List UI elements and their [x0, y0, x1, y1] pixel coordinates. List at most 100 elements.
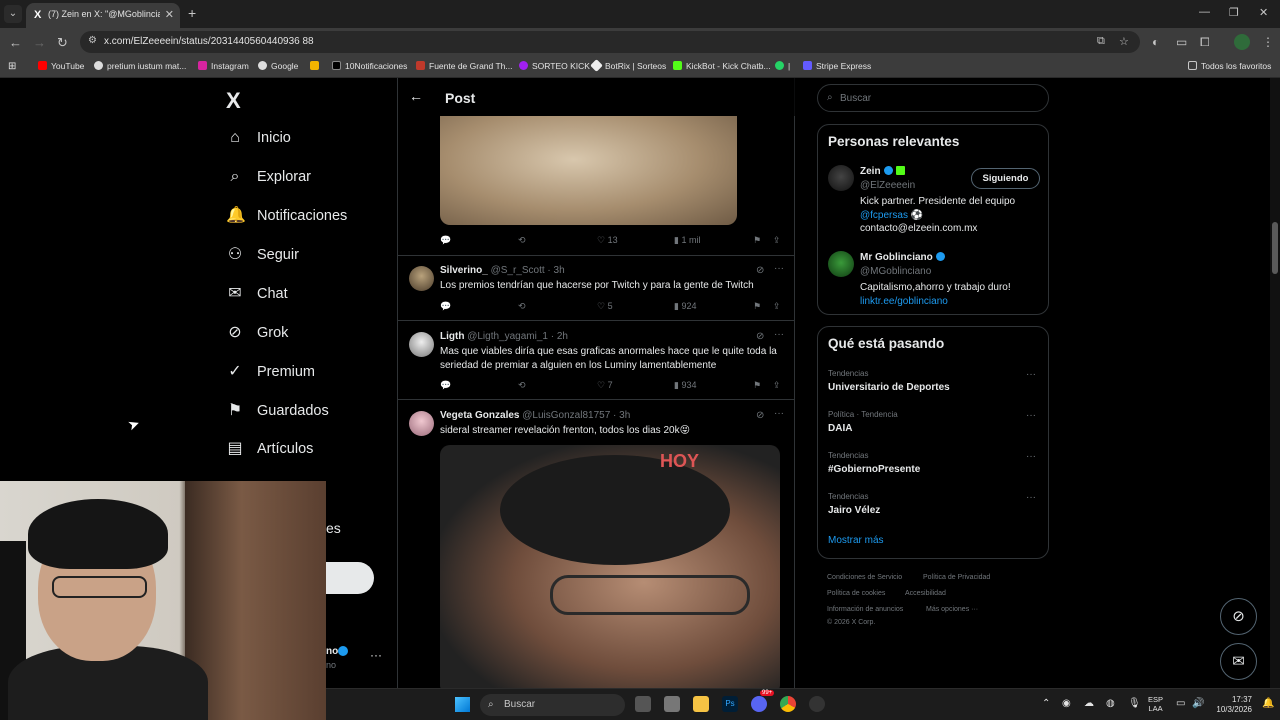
- more-options-icon[interactable]: ···: [774, 408, 784, 419]
- avatar[interactable]: [828, 165, 854, 191]
- bio-link[interactable]: @fcpersas: [860, 210, 908, 221]
- bookmark-stripe[interactable]: Stripe Express: [803, 61, 871, 71]
- install-app-icon[interactable]: ⧉: [1097, 35, 1105, 48]
- bio-link[interactable]: linktr.ee/goblinciano: [860, 295, 1040, 309]
- post-button[interactable]: [326, 562, 374, 594]
- bookmark-star-icon[interactable]: ☆: [1119, 35, 1129, 48]
- grok-float-button[interactable]: ⊘: [1220, 598, 1257, 635]
- profile-avatar[interactable]: [1234, 34, 1250, 50]
- views-button[interactable]: ▮ 1 mil: [674, 235, 700, 246]
- account-name[interactable]: no: [326, 646, 338, 657]
- app-icon[interactable]: [664, 696, 680, 712]
- volume-icon[interactable]: 🔊: [1192, 698, 1204, 709]
- footer-link[interactable]: Política de Privacidad: [923, 574, 990, 581]
- extensions-puzzle-icon[interactable]: ⧠: [1200, 35, 1210, 50]
- like-button[interactable]: ♡ 7: [597, 380, 613, 391]
- trend-more-icon[interactable]: ···: [1026, 492, 1036, 503]
- views-button[interactable]: ▮ 934: [674, 380, 696, 391]
- clock[interactable]: 17:37 10/3/2026: [1210, 695, 1252, 715]
- media-icon[interactable]: ▭: [1176, 35, 1187, 49]
- site-info-icon[interactable]: ⚙: [88, 35, 97, 46]
- nav-notifications[interactable]: 🔔 Notificaciones: [226, 202, 347, 230]
- nav-follow[interactable]: ⚇ Seguir: [226, 241, 299, 269]
- bookmark-kickbot[interactable]: KickBot - Kick Chatb...: [673, 61, 771, 71]
- tab-search-chevron-icon[interactable]: ⌄: [4, 5, 22, 23]
- trend-more-icon[interactable]: ···: [1026, 369, 1036, 380]
- tray-overflow-icon[interactable]: ⌃: [1042, 698, 1050, 709]
- tab-close-icon[interactable]: ✕: [165, 8, 174, 21]
- trend-more-icon[interactable]: ···: [1026, 410, 1036, 421]
- taskbar-search-input[interactable]: ⌕ Buscar: [480, 694, 625, 716]
- language-indicator[interactable]: ESP LAA: [1148, 695, 1163, 713]
- nav-home[interactable]: ⌂ Inicio: [226, 124, 291, 152]
- nav-grok[interactable]: ⊘ Grok: [226, 319, 288, 347]
- grok-icon[interactable]: ⊘: [756, 265, 764, 276]
- trend-name[interactable]: #GobiernoPresente: [828, 464, 920, 475]
- bookmark-whatsapp[interactable]: |: [775, 61, 790, 71]
- like-button[interactable]: ♡ 5: [597, 301, 613, 312]
- bookmark-botrix[interactable]: BotRix | Sorteos: [590, 59, 666, 72]
- more-options-icon[interactable]: ···: [774, 263, 784, 274]
- tray-app-icon[interactable]: ◉: [1062, 698, 1071, 709]
- window-close-icon[interactable]: ✕: [1259, 6, 1268, 19]
- person-name[interactable]: Mr Goblinciano: [860, 252, 945, 263]
- page-scrollbar[interactable]: [1270, 78, 1280, 688]
- footer-link[interactable]: Información de anuncios: [827, 606, 903, 613]
- bookmark-pretium[interactable]: pretium iustum mat...: [94, 61, 186, 71]
- search-input[interactable]: ⌕ Buscar: [817, 84, 1049, 112]
- grok-icon[interactable]: ⊘: [756, 410, 764, 421]
- discord-icon[interactable]: [751, 696, 767, 712]
- new-tab-plus-icon[interactable]: +: [188, 5, 196, 21]
- bookmarks-all-folder[interactable]: Todos los favoritos: [1188, 61, 1271, 71]
- avatar[interactable]: [828, 251, 854, 277]
- person-name[interactable]: Zein: [860, 166, 905, 177]
- bookmark-gta[interactable]: Fuente de Grand Th...: [416, 61, 512, 71]
- footer-link[interactable]: Política de cookies: [827, 590, 885, 597]
- trend-more-icon[interactable]: ···: [1026, 451, 1036, 462]
- bookmark-post-icon[interactable]: ⚑: [753, 301, 761, 312]
- repost-icon[interactable]: ⟲: [518, 301, 526, 312]
- share-icon[interactable]: ⇪: [773, 235, 781, 246]
- browser-tab-active[interactable]: X (7) Zein en X: "@MGoblinciano ✕: [26, 3, 180, 28]
- repost-icon[interactable]: ⟲: [518, 380, 526, 391]
- photoshop-icon[interactable]: Ps: [722, 696, 738, 712]
- app-red-icon[interactable]: [809, 696, 825, 712]
- like-button[interactable]: ♡ 13: [597, 235, 618, 246]
- microphone-icon[interactable]: 🎙: [1128, 698, 1141, 709]
- footer-link[interactable]: Condiciones de Servicio: [827, 574, 902, 581]
- show-more-link[interactable]: Mostrar más: [828, 535, 884, 546]
- trend-name[interactable]: DAIA: [828, 423, 852, 434]
- bookmark-post-icon[interactable]: ⚑: [753, 235, 761, 246]
- avatar[interactable]: [409, 266, 434, 291]
- task-view-icon[interactable]: [635, 696, 651, 712]
- reply-author[interactable]: Vegeta Gonzales: [440, 410, 519, 421]
- onedrive-icon[interactable]: ☁: [1084, 698, 1094, 709]
- file-explorer-icon[interactable]: [693, 696, 709, 712]
- bookmark-google[interactable]: Google: [258, 61, 298, 71]
- reply-icon[interactable]: 💬: [440, 380, 451, 391]
- bookmark-instagram[interactable]: Instagram: [198, 61, 249, 71]
- reload-icon[interactable]: ↻: [57, 35, 68, 51]
- reply-author[interactable]: Ligth: [440, 331, 464, 342]
- scrollbar-thumb[interactable]: [1272, 222, 1278, 274]
- account-more-icon[interactable]: ···: [370, 648, 382, 662]
- repost-icon[interactable]: ⟲: [518, 235, 526, 246]
- reply-icon[interactable]: 💬: [440, 235, 451, 246]
- post-media-image[interactable]: [440, 116, 737, 225]
- minimize-icon[interactable]: —: [1199, 6, 1210, 18]
- trend-name[interactable]: Universitario de Deportes: [828, 382, 950, 393]
- chrome-icon[interactable]: [780, 696, 796, 712]
- address-bar[interactable]: ⚙ x.com/ElZeeeein/status/203144056044093…: [80, 31, 1140, 53]
- extension-icon[interactable]: ◐: [1152, 35, 1159, 49]
- bookmark-post-icon[interactable]: ⚑: [753, 380, 761, 391]
- views-button[interactable]: ▮ 924: [674, 301, 696, 312]
- reply-author[interactable]: Silverino_: [440, 265, 488, 276]
- footer-link[interactable]: Más opciones ···: [926, 606, 978, 613]
- bookmark-colorful[interactable]: [310, 61, 323, 71]
- apps-grid-icon[interactable]: ⊞: [8, 61, 16, 72]
- x-logo-icon[interactable]: X: [226, 88, 241, 114]
- browser-menu-icon[interactable]: ⋮: [1262, 35, 1274, 49]
- avatar[interactable]: [409, 332, 434, 357]
- bookmark-sorteo-kick[interactable]: SORTEO KICK: [519, 61, 590, 71]
- messages-float-button[interactable]: ✉: [1220, 643, 1257, 680]
